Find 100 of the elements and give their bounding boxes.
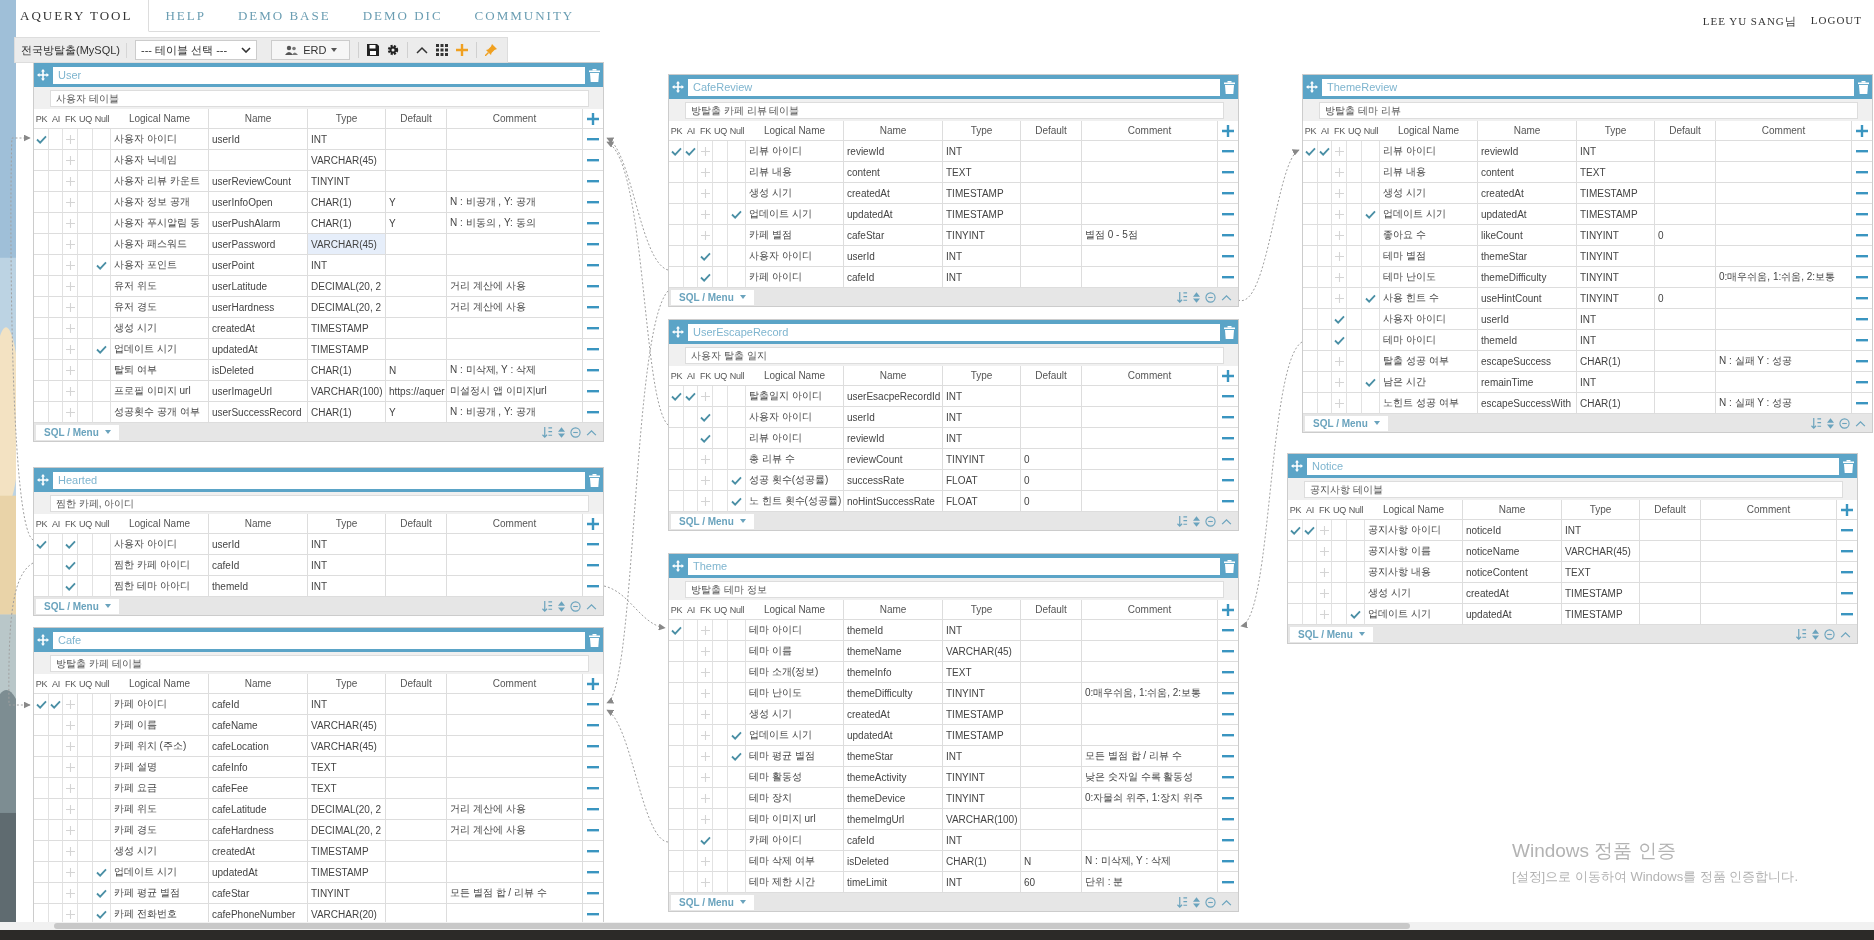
check-cell[interactable] — [63, 862, 78, 883]
check-cell[interactable] — [63, 381, 78, 402]
remove-icon[interactable] — [1856, 170, 1868, 174]
check-cell[interactable] — [49, 234, 63, 255]
check-cell[interactable] — [698, 641, 713, 662]
remove-icon[interactable] — [1222, 712, 1234, 716]
trash-icon[interactable] — [1858, 80, 1869, 94]
check-cell[interactable] — [669, 788, 684, 809]
check-cell[interactable] — [63, 213, 78, 234]
check-cell[interactable] — [49, 381, 63, 402]
check-cell[interactable] — [684, 449, 698, 470]
check-cell[interactable] — [93, 150, 111, 171]
check-cell[interactable] — [49, 339, 63, 360]
check-cell[interactable] — [698, 449, 713, 470]
check-cell[interactable] — [1303, 267, 1318, 288]
check-cell[interactable] — [34, 799, 49, 820]
check-cell[interactable] — [34, 339, 49, 360]
check-cell[interactable] — [728, 851, 746, 872]
check-cell[interactable] — [49, 360, 63, 381]
remove-icon[interactable] — [1841, 612, 1853, 616]
check-cell[interactable] — [1362, 162, 1380, 183]
check-cell[interactable] — [49, 192, 63, 213]
settings-icon[interactable] — [387, 44, 400, 56]
remove-icon[interactable] — [587, 137, 599, 141]
logout-link[interactable]: LOGOUT — [1810, 14, 1862, 29]
collapse-icon[interactable] — [1840, 630, 1851, 638]
check-cell[interactable] — [684, 246, 698, 267]
remove-icon[interactable] — [587, 870, 599, 874]
trash-icon[interactable] — [1224, 559, 1235, 573]
move-icon[interactable] — [1306, 81, 1318, 93]
check-cell[interactable] — [93, 234, 111, 255]
check-cell[interactable] — [63, 883, 78, 904]
remove-icon[interactable] — [587, 786, 599, 790]
check-cell[interactable] — [63, 360, 78, 381]
remove-icon[interactable] — [1856, 149, 1868, 153]
check-cell[interactable] — [1332, 309, 1347, 330]
comment-icon[interactable] — [1839, 417, 1850, 429]
remove-icon[interactable] — [1222, 394, 1234, 398]
check-cell[interactable] — [34, 213, 49, 234]
check-cell[interactable] — [728, 246, 746, 267]
sort-icon[interactable] — [1811, 417, 1822, 429]
remove-icon[interactable] — [1222, 415, 1234, 419]
check-cell[interactable] — [34, 841, 49, 862]
check-cell[interactable] — [1317, 520, 1332, 541]
comment-icon[interactable] — [1205, 291, 1216, 303]
check-cell[interactable] — [728, 183, 746, 204]
check-cell[interactable] — [34, 715, 49, 736]
up-down-icon[interactable] — [558, 600, 565, 612]
check-cell[interactable] — [669, 470, 684, 491]
sql-menu-button[interactable]: SQL / Menu — [671, 289, 754, 305]
remove-icon[interactable] — [1222, 254, 1234, 258]
remove-icon[interactable] — [1222, 796, 1234, 800]
check-cell[interactable] — [669, 725, 684, 746]
check-cell[interactable] — [1362, 246, 1380, 267]
check-cell[interactable] — [34, 381, 49, 402]
check-cell[interactable] — [1347, 562, 1365, 583]
check-cell[interactable] — [684, 767, 698, 788]
remove-icon[interactable] — [1856, 233, 1868, 237]
add-icon[interactable] — [1222, 603, 1234, 616]
check-cell[interactable] — [1318, 183, 1332, 204]
pin-icon[interactable] — [485, 44, 498, 56]
move-icon[interactable] — [672, 560, 684, 572]
check-cell[interactable] — [728, 428, 746, 449]
remove-icon[interactable] — [1222, 170, 1234, 174]
check-cell[interactable] — [698, 830, 713, 851]
check-cell[interactable] — [63, 694, 78, 715]
check-cell[interactable] — [1288, 562, 1303, 583]
check-cell[interactable] — [669, 746, 684, 767]
check-cell[interactable] — [63, 276, 78, 297]
table-comment-field[interactable]: 찜한 카페, 아이디 — [50, 494, 589, 512]
check-cell[interactable] — [669, 141, 684, 162]
check-cell[interactable] — [728, 788, 746, 809]
check-cell[interactable] — [34, 694, 49, 715]
check-cell[interactable] — [698, 725, 713, 746]
table-comment-field[interactable]: 방탈출 테마 정보 — [685, 580, 1224, 598]
check-cell[interactable] — [49, 129, 63, 150]
remove-icon[interactable] — [587, 263, 599, 267]
check-cell[interactable] — [1318, 351, 1332, 372]
up-down-icon[interactable] — [1193, 515, 1200, 527]
check-cell[interactable] — [669, 641, 684, 662]
remove-icon[interactable] — [587, 242, 599, 246]
sql-menu-button[interactable]: SQL / Menu — [671, 513, 754, 529]
check-cell[interactable] — [698, 183, 713, 204]
check-cell[interactable] — [684, 830, 698, 851]
remove-icon[interactable] — [587, 284, 599, 288]
check-cell[interactable] — [34, 318, 49, 339]
remove-icon[interactable] — [1856, 191, 1868, 195]
check-cell[interactable] — [669, 407, 684, 428]
check-cell[interactable] — [698, 386, 713, 407]
check-cell[interactable] — [93, 192, 111, 213]
remove-icon[interactable] — [587, 912, 599, 916]
check-cell[interactable] — [34, 360, 49, 381]
check-cell[interactable] — [728, 204, 746, 225]
check-cell[interactable] — [1332, 246, 1347, 267]
check-cell[interactable] — [669, 662, 684, 683]
check-cell[interactable] — [63, 129, 78, 150]
check-cell[interactable] — [1288, 520, 1303, 541]
remove-icon[interactable] — [1222, 880, 1234, 884]
check-cell[interactable] — [1318, 204, 1332, 225]
remove-icon[interactable] — [1222, 733, 1234, 737]
